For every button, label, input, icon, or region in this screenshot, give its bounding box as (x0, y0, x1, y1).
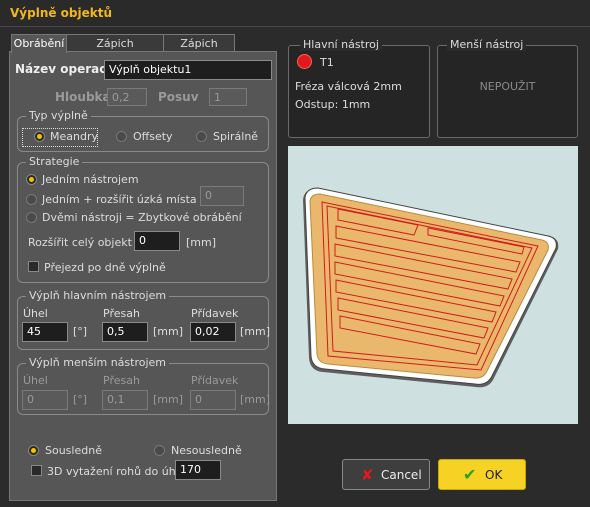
depth-input[interactable]: 0,2 (107, 88, 147, 106)
tab-finish-plunge[interactable]: Zápich finish (163, 34, 235, 67)
cancel-label: Cancel (381, 468, 422, 482)
small-allowance-label: Přídavek (191, 374, 239, 387)
main-overlap-unit: [mm] (153, 325, 184, 338)
fill-offset-radio[interactable] (116, 131, 127, 142)
cancel-button[interactable]: ✘ Cancel (342, 459, 430, 490)
climb-label[interactable]: Sousledně (45, 444, 102, 457)
expand-object-input[interactable]: 0 (134, 231, 180, 251)
main-tool-desc: Fréza válcová 2mm (295, 80, 402, 93)
small-overlap-input[interactable]: 0,1 (102, 390, 148, 410)
small-tool-fill-title: Výplň menším nástrojem (26, 356, 170, 369)
cancel-icon: ✘ (361, 466, 374, 484)
main-overlap-input[interactable]: 0,5 (102, 322, 148, 342)
expand-object-label: Rozšířit celý objekt o: (28, 236, 146, 249)
bottom-pass-checkbox[interactable] (28, 261, 39, 272)
fill-meander-label[interactable]: Meandry (50, 130, 98, 143)
conventional-label[interactable]: Nesousledně (171, 444, 242, 457)
operation-name-label: Název operace (15, 62, 115, 76)
strategy-single-expand-label[interactable]: Jedním + rozšířit úzká místa o: (42, 193, 211, 206)
fill-meander-radio[interactable] (34, 131, 45, 142)
main-tool-id: T1 (320, 56, 334, 69)
fill-offset-label[interactable]: Offsety (133, 130, 173, 143)
feed-input[interactable]: 1 (209, 88, 247, 106)
ok-button[interactable]: ✔ OK (438, 459, 526, 490)
small-tool-status: NEPOUŽIT (479, 80, 536, 93)
small-overlap-label: Přesah (103, 374, 140, 387)
fill-spiral-label[interactable]: Spirálně (213, 130, 258, 143)
strategy-single-tool-radio[interactable] (26, 174, 37, 185)
main-allowance-label: Přídavek (191, 307, 239, 320)
small-allowance-unit: [mm] (240, 393, 271, 406)
strategy-single-tool-label[interactable]: Jedním nástrojem (42, 173, 139, 186)
small-angle-unit: [°] (73, 393, 88, 406)
main-angle-input[interactable]: 45 (22, 322, 68, 342)
preview-canvas (303, 187, 559, 388)
tool-color-icon (297, 54, 312, 69)
corner-extension-label[interactable]: 3D vytažení rohů do úhlu (47, 465, 186, 478)
strategy-two-tools-radio[interactable] (26, 212, 37, 223)
main-allowance-unit: [mm] (240, 325, 271, 338)
main-tool-title: Hlavní nástroj (300, 38, 382, 51)
corner-extension-checkbox[interactable] (31, 465, 42, 476)
bottom-pass-label[interactable]: Přejezd po dně výplně (44, 261, 166, 274)
conventional-radio[interactable] (154, 445, 165, 456)
ok-label: OK (485, 468, 503, 482)
fill-spiral-radio[interactable] (196, 131, 207, 142)
tab-rough-plunge[interactable]: Zápich hrubování (66, 34, 164, 67)
small-overlap-unit: [mm] (153, 393, 184, 406)
depth-label: Hloubka (55, 90, 111, 104)
operation-name-input[interactable]: Výplň objektu1 (104, 60, 272, 80)
small-angle-input[interactable]: 0 (22, 390, 68, 410)
main-tool-fill-title: Výplň hlavním nástrojem (26, 289, 170, 302)
strategy-title: Strategie (26, 155, 83, 168)
ok-icon: ✔ (463, 465, 477, 484)
fill-type-title: Typ výplně (26, 109, 91, 122)
main-tool-stepover: Odstup: 1mm (295, 98, 371, 111)
strategy-two-tools-label[interactable]: Dvěmi nástroji = Zbytkové obrábění (42, 211, 242, 224)
title-bar: Výplně objektů (0, 0, 590, 27)
main-overlap-label: Přesah (103, 307, 140, 320)
main-allowance-input[interactable]: 0,02 (190, 322, 236, 342)
small-angle-label: Úhel (23, 374, 48, 387)
tab-machining[interactable]: Obrábění (11, 34, 67, 53)
toolpath-preview[interactable] (288, 146, 578, 424)
narrow-expand-input[interactable]: 0 (200, 186, 244, 206)
corner-angle-input[interactable]: 170 (175, 460, 221, 480)
feed-label: Posuv (158, 90, 199, 104)
expand-unit: [mm] (186, 236, 217, 249)
main-angle-label: Úhel (23, 307, 48, 320)
main-angle-unit: [°] (73, 325, 88, 338)
strategy-single-expand-radio[interactable] (26, 194, 37, 205)
climb-radio[interactable] (28, 445, 39, 456)
window-title: Výplně objektů (10, 6, 113, 20)
small-tool-title: Menší nástroj (447, 38, 527, 51)
small-allowance-input[interactable]: 0 (190, 390, 236, 410)
